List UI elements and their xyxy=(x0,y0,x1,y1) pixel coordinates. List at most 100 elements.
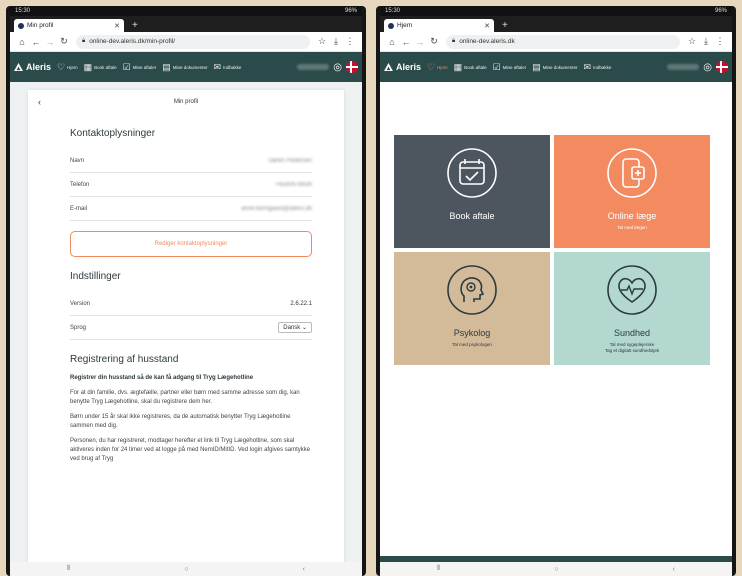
status-bar: 15:30 96% xyxy=(10,6,362,16)
heart-pulse-icon xyxy=(607,265,657,315)
document-icon: ▤ xyxy=(162,61,171,72)
row-value: anne.borngaard@aleris.dk xyxy=(241,205,312,212)
status-bar: 15:30 96% xyxy=(380,6,732,16)
nav-item-documents[interactable]: ▤ Mine dokumenter xyxy=(532,62,577,71)
row-label: Navn xyxy=(70,157,85,164)
nav-item-book[interactable]: ▦ Book aftale xyxy=(453,61,487,72)
back-nav-icon[interactable]: ‹ xyxy=(673,566,675,573)
nav-item-home[interactable]: ♡ Hjem xyxy=(427,61,448,72)
back-arrow-icon[interactable]: ← xyxy=(29,37,43,47)
close-tab-icon[interactable]: ✕ xyxy=(114,22,120,30)
settings-row-version: Version 2.6.22.1 xyxy=(70,292,312,316)
home-icon[interactable]: ⌂ xyxy=(385,37,399,47)
recents-icon[interactable]: ⦀ xyxy=(437,565,440,573)
nav-label-home: Hjem xyxy=(67,64,78,70)
user-icon[interactable]: ◎ xyxy=(333,62,342,73)
registration-heading: Registrering af husstand xyxy=(70,354,179,365)
row-label: Telefon xyxy=(70,181,90,188)
menu-dots-icon[interactable]: ⋮ xyxy=(713,36,727,47)
reload-icon[interactable]: ↻ xyxy=(57,36,71,47)
danish-flag-icon[interactable] xyxy=(346,61,358,73)
menu-dots-icon[interactable]: ⋮ xyxy=(343,36,357,47)
tile-title: Online læge xyxy=(607,211,657,221)
registration-paragraph: Børn under 15 år skal ikke registreres, … xyxy=(70,414,291,429)
favicon-icon xyxy=(388,22,394,29)
lock-icon: 🔒︎ xyxy=(452,38,456,44)
chevron-down-icon: ⌄ xyxy=(301,325,307,331)
row-value: Søren Pedersen xyxy=(268,157,312,164)
tile-subtitle: Tal med psykologen xyxy=(452,342,492,347)
back-arrow-icon[interactable]: ← xyxy=(399,37,413,47)
tile-title: Book aftale xyxy=(449,211,495,221)
registration-section: Registrering af husstand Registrer din h… xyxy=(28,354,344,464)
nav-label-book: Book aftale xyxy=(464,64,487,70)
calendar-check-icon xyxy=(447,148,497,198)
browser-tab[interactable]: Hjem ✕ xyxy=(384,19,494,32)
nav-item-appointments[interactable]: ☑ Mine aftaler xyxy=(123,62,157,71)
address-field[interactable]: 🔒︎ online-dev.aleris.dk/min-profil/ xyxy=(76,34,310,49)
tablet-left: 15:30 96% Min profil ✕ + ⌂ ← → ↻ 🔒︎ onli… xyxy=(6,6,366,576)
home-icon[interactable]: ⌂ xyxy=(15,37,29,47)
nav-item-home[interactable]: ♡ Hjem xyxy=(57,61,78,72)
tablet-right: 15:30 96% Hjem ✕ + ⌂ ← → ↻ 🔒︎ online-dev… xyxy=(376,6,736,576)
tile-online-doctor[interactable]: Online læge Tal med lægen xyxy=(554,135,710,248)
nav-item-inbox[interactable]: ✉ Indbakke xyxy=(213,61,242,72)
back-nav-icon[interactable]: ‹ xyxy=(303,566,305,573)
star-icon[interactable]: ☆ xyxy=(315,36,329,47)
star-icon[interactable]: ☆ xyxy=(685,36,699,47)
user-icon[interactable]: ◎ xyxy=(703,62,712,73)
page-title: Min profil xyxy=(173,99,199,105)
reload-icon[interactable]: ↻ xyxy=(427,36,441,47)
recents-icon[interactable]: ⦀ xyxy=(67,565,70,573)
row-value: +4540978634 xyxy=(275,181,312,188)
heart-icon: ♡ xyxy=(427,61,436,72)
contact-row-phone: Telefon +4540978634 xyxy=(70,173,312,197)
nav-item-appointments[interactable]: ☑ Mine aftaler xyxy=(493,62,527,71)
version-value: 2.6.22.1 xyxy=(290,300,312,307)
browser-tab[interactable]: Min profil ✕ xyxy=(14,19,124,32)
forward-arrow-icon[interactable]: → xyxy=(43,37,57,47)
nav-item-documents[interactable]: ▤ Mine dokumenter xyxy=(162,61,207,72)
nav-label-appointments: Mine aftaler xyxy=(502,64,527,70)
calendar-icon: ▦ xyxy=(453,61,463,72)
contact-section: Kontaktoplysninger Navn Søren Pedersen T… xyxy=(28,128,344,257)
back-chevron-icon[interactable]: ‹ xyxy=(38,97,41,107)
home-circle-icon[interactable]: ○ xyxy=(554,566,558,573)
tile-book-appointment[interactable]: Book aftale xyxy=(394,135,550,248)
nav-item-book[interactable]: ▦ Book aftale xyxy=(84,62,117,71)
aleris-logo[interactable]: Aleris xyxy=(384,62,421,72)
close-tab-icon[interactable]: ✕ xyxy=(484,22,490,30)
row-label: E-mail xyxy=(70,205,88,212)
forward-arrow-icon[interactable]: → xyxy=(413,37,427,47)
danish-flag-icon[interactable] xyxy=(716,61,728,73)
address-field[interactable]: 🔒︎ online-dev.aleris.dk xyxy=(446,34,680,49)
download-icon[interactable]: ⤓ xyxy=(329,36,343,47)
mail-icon: ✉ xyxy=(213,61,222,72)
mail-icon: ✉ xyxy=(583,61,592,72)
tile-health[interactable]: Sundhed Tal med sygeplejerske Tag et dig… xyxy=(554,252,710,365)
contact-row-name: Navn Søren Pedersen xyxy=(70,149,312,173)
new-tab-icon[interactable]: + xyxy=(132,19,138,32)
home-circle-icon[interactable]: ○ xyxy=(184,566,188,573)
contact-heading: Kontaktoplysninger xyxy=(70,128,156,139)
favicon-icon xyxy=(18,22,24,29)
status-battery: 96% xyxy=(344,8,357,14)
language-select[interactable]: Dansk ⌄ xyxy=(278,322,312,333)
aleris-logo[interactable]: Aleris xyxy=(14,62,51,72)
user-name-blurred xyxy=(667,64,700,70)
profile-content: ‹ Min profil Kontaktoplysninger Navn Sør… xyxy=(10,82,362,562)
edit-contact-button[interactable]: Rediger kontaktoplysninger xyxy=(70,231,312,257)
language-value: Dansk xyxy=(283,325,301,331)
version-label: Version xyxy=(70,300,91,307)
download-icon[interactable]: ⤓ xyxy=(699,36,713,47)
card-header: ‹ Min profil xyxy=(28,90,344,114)
android-nav-bar: ⦀ ○ ‹ xyxy=(380,562,732,576)
phone-medical-icon xyxy=(607,148,657,198)
settings-heading: Indstillinger xyxy=(70,271,121,282)
nav-item-inbox[interactable]: ✉ Indbakke xyxy=(583,61,612,72)
tile-psychologist[interactable]: Psykolog Tal med psykologen xyxy=(394,252,550,365)
heart-icon: ♡ xyxy=(57,61,66,72)
address-text: online-dev.aleris.dk/min-profil/ xyxy=(89,38,176,45)
status-battery: 96% xyxy=(714,8,727,14)
new-tab-icon[interactable]: + xyxy=(502,19,508,32)
